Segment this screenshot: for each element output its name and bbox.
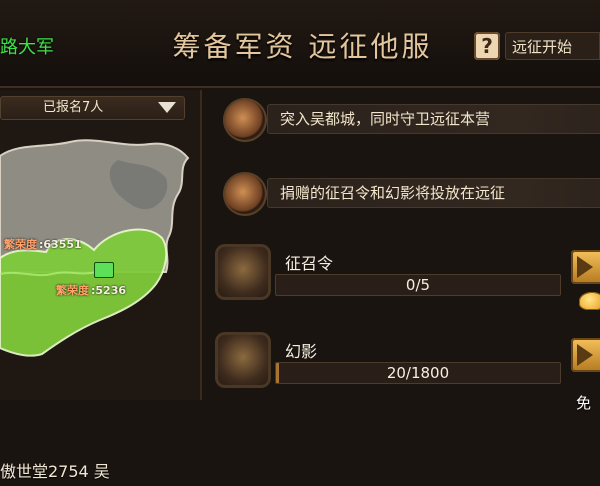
prosperity-value: :63551 — [39, 238, 82, 251]
prosperity-name: 繁荣度 — [4, 238, 37, 251]
item-label: 幻影 — [285, 342, 318, 361]
progress-bar: 20/1800 — [275, 362, 561, 384]
donate-button[interactable] — [571, 250, 600, 284]
progress-text: 20/1800 — [386, 364, 450, 382]
scroll-icon — [223, 172, 267, 216]
registered-dropdown[interactable]: 已报名7人 — [0, 96, 185, 120]
territory-map[interactable]: 繁荣度:63551 繁荣度:5236 — [0, 138, 200, 358]
objective-text: 突入吴都城，同时守卫远征本营 — [267, 104, 600, 134]
arrow-right-icon — [577, 344, 593, 366]
item-label: 征召令 — [285, 254, 334, 273]
free-label: 免 — [576, 394, 592, 412]
guild-label: 傲世堂2754 吴 — [0, 462, 110, 481]
chevron-down-icon — [158, 102, 176, 113]
objective-item: 突入吴都城，同时守卫远征本营 — [223, 98, 600, 142]
page-title: 筹备军资 远征他服 — [172, 30, 433, 63]
flag-icon — [223, 98, 267, 142]
token-icon — [215, 244, 271, 300]
donate-button[interactable] — [571, 338, 600, 372]
registered-count-label: 已报名7人 — [43, 100, 104, 115]
donation-item-phantom: 幻影 20/1800 免 — [215, 332, 600, 412]
progress-text: 0/5 — [405, 276, 431, 294]
prosperity-label: 繁荣度:63551 — [4, 236, 82, 252]
expedition-start-button[interactable]: 远征开始 — [505, 32, 600, 60]
gold-ingot-icon — [579, 292, 600, 310]
prosperity-name: 繁荣度 — [56, 284, 89, 297]
camp-icon[interactable] — [94, 262, 114, 278]
header-bar: 路大军 筹备军资 远征他服 ? 远征开始 — [0, 0, 600, 88]
arrow-right-icon — [577, 256, 593, 278]
right-panel: 突入吴都城，同时守卫远征本营 捐赠的征召令和幻影将投放在远征 征召令 0/5 幻… — [205, 90, 600, 412]
objective-text: 捐赠的征召令和幻影将投放在远征 — [267, 178, 600, 208]
prosperity-value: :5236 — [91, 284, 127, 297]
left-panel: 已报名7人 繁荣度:63551 繁荣度:5236 傲世堂2754 吴 — [0, 90, 202, 481]
general-portrait-icon — [215, 332, 271, 388]
prosperity-label: 繁荣度:5236 — [56, 282, 126, 298]
army-route-label: 路大军 — [0, 37, 54, 58]
progress-bar: 0/5 — [275, 274, 561, 296]
help-icon[interactable]: ? — [474, 32, 500, 60]
objective-item: 捐赠的征召令和幻影将投放在远征 — [223, 172, 600, 216]
donation-item-recruit: 征召令 0/5 — [215, 244, 600, 310]
